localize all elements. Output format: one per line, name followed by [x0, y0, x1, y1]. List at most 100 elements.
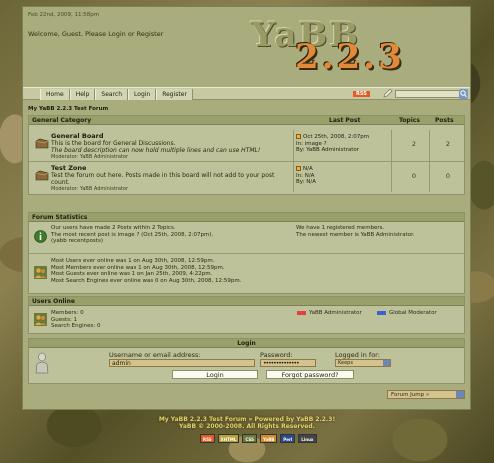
board-row[interactable]: General Board This is the board for Gene…: [29, 130, 464, 162]
board-row[interactable]: Test Zone Test the forum out here. Posts…: [29, 162, 464, 192]
welcome-or: or: [125, 30, 137, 38]
footer-badges: RSS XHTML CSS YaBB Perl Linux: [200, 434, 317, 443]
board-title[interactable]: Test Zone: [51, 164, 291, 172]
nav-help[interactable]: Help: [69, 89, 96, 100]
last-post-author: By: N/A: [296, 179, 316, 185]
board-moderator: Moderator: YaBB Administrator: [51, 154, 128, 160]
login-link[interactable]: Login: [108, 30, 126, 38]
users-icon: [34, 313, 47, 326]
current-date: Feb 22nd, 2009, 11:58pm: [28, 12, 100, 18]
last-post-info: N/A In: N/A By: N/A: [296, 166, 316, 186]
stats-members: We have 1 registered members. The newest…: [296, 225, 415, 238]
rss-badge[interactable]: RSS: [353, 91, 370, 97]
nav-login[interactable]: Login: [128, 89, 157, 100]
forgot-password-button[interactable]: Forgot password?: [266, 370, 354, 379]
logo-text-version: 2.2.3: [295, 37, 405, 77]
search-button[interactable]: [459, 89, 468, 99]
info-icon: [34, 230, 47, 243]
css-badge[interactable]: CSS: [242, 434, 257, 443]
chevron-down-icon: [383, 360, 390, 366]
legend-admin-label: YaBB Administrator: [309, 310, 362, 316]
forum-jump-select[interactable]: Forum Jump »: [387, 390, 465, 399]
board-index: General Category Last Post Topics Posts …: [28, 115, 465, 195]
logged-in-for-label: Logged in for:: [335, 351, 380, 359]
board-info: General Board This is the board for Gene…: [51, 132, 291, 160]
welcome-message: Welcome, Guest. Please Login or Register: [28, 30, 163, 38]
user-avatar-icon: [35, 352, 49, 374]
board-description: This is the board for General Discussion…: [51, 140, 176, 147]
board-folder-icon: [35, 170, 49, 181]
login-title: Login: [29, 339, 464, 348]
board-title[interactable]: General Board: [51, 132, 291, 140]
footer-copyright[interactable]: YaBB © 2000-2008. All Rights Reserved.: [0, 423, 494, 430]
nav-home[interactable]: Home: [40, 89, 70, 100]
divider: [293, 130, 294, 161]
xhtml-badge[interactable]: XHTML: [217, 434, 240, 443]
stats-newest-member[interactable]: The newest member is YaBB Administrator.: [296, 232, 415, 239]
col-last-post: Last Post: [329, 117, 361, 124]
last-post-date: N/A: [303, 166, 313, 172]
legend-admin: YaBB Administrator: [297, 310, 362, 316]
category-header: General Category Last Post Topics Posts: [29, 116, 464, 125]
col-topics: Topics: [399, 117, 420, 124]
col-posts: Posts: [435, 117, 454, 124]
nav-items: Home Help Search Login Register: [40, 89, 193, 100]
forum-page: Feb 22nd, 2009, 11:58pm Welcome, Guest. …: [22, 6, 471, 410]
login-panel: Login Username or email address: admin P…: [28, 338, 465, 384]
footer: My YaBB 2.2.3 Test Forum » Powered by Ya…: [0, 416, 494, 430]
forum-statistics: Forum Statistics Our users have made 2 P…: [28, 212, 465, 294]
users-online-title: Users Online: [29, 297, 464, 306]
admin-color-swatch: [297, 310, 306, 315]
global-color-swatch: [377, 310, 386, 315]
pencil-icon: [383, 89, 393, 98]
welcome-prefix: Welcome, Guest. Please: [28, 30, 109, 38]
last-post-info: Oct 25th, 2008, 2:07pm In: image ? By: Y…: [296, 134, 369, 154]
login-button[interactable]: Login: [172, 370, 258, 379]
rss-badge-footer[interactable]: RSS: [200, 434, 215, 443]
stats-text: Our users have made 2 Posts within 2 Top…: [51, 225, 213, 245]
legend-global: Global Moderator: [377, 310, 437, 316]
last-post-author[interactable]: By: YaBB Administrator: [296, 147, 369, 154]
password-label: Password:: [260, 351, 293, 359]
most-search-engines-online: Most Search Engines ever online was 0 on…: [51, 277, 242, 284]
divider: [391, 130, 392, 161]
most-users-online: Most Users ever online was 1 on Aug 30th…: [51, 258, 215, 264]
board-description: Test the forum out here. Posts made in t…: [51, 172, 275, 186]
username-input[interactable]: admin: [109, 359, 255, 367]
stats-recent-posts-link[interactable]: (yabb recentposts): [51, 238, 213, 245]
users-online-body: Members: 0 Guests: 1 Search Engines: 0 Y…: [29, 306, 464, 333]
divider: [391, 162, 392, 192]
register-link[interactable]: Register: [137, 30, 164, 38]
board-moderator: Moderator: YaBB Administrator: [51, 186, 128, 192]
board-description-extra: The board description can now hold multi…: [51, 147, 261, 154]
yabb-badge[interactable]: YaBB: [259, 434, 278, 443]
session-length-select[interactable]: Keeps: [335, 359, 391, 367]
stats-title: Forum Statistics: [29, 213, 464, 222]
footer-powered-by[interactable]: My YaBB 2.2.3 Test Forum » Powered by Ya…: [0, 416, 494, 423]
stats-row: Most Users ever online was 1 on Aug 30th…: [29, 254, 464, 293]
nav-search[interactable]: Search: [95, 89, 129, 100]
search-engines-online: Search Engines: 0: [51, 323, 101, 329]
perl-badge[interactable]: Perl: [280, 434, 296, 443]
last-post-date: Oct 25th, 2008, 2:07pm: [303, 134, 370, 140]
forum-jump-label: Forum Jump »: [391, 392, 430, 398]
online-records: Most Users ever online was 1 on Aug 30th…: [51, 258, 241, 284]
nav-register[interactable]: Register: [156, 89, 193, 100]
users-icon: [34, 266, 47, 279]
chevron-down-icon: [456, 391, 464, 398]
stats-row: Our users have made 2 Posts within 2 Top…: [29, 222, 464, 254]
board-info: Test Zone Test the forum out here. Posts…: [51, 164, 291, 192]
search-input[interactable]: [395, 90, 461, 98]
username-label: Username or email address:: [109, 351, 201, 359]
password-input[interactable]: ••••••••••••••: [260, 359, 316, 367]
session-length-value: Keeps: [338, 360, 353, 366]
post-icon: [296, 166, 301, 171]
divider: [429, 162, 430, 192]
users-online: Users Online Members: 0 Guests: 1 Search…: [28, 296, 465, 334]
linux-badge[interactable]: Linux: [298, 434, 317, 443]
breadcrumb[interactable]: My YaBB 2.2.3 Test Forum: [28, 106, 108, 112]
magnifier-icon: [460, 90, 467, 98]
category-title[interactable]: General Category: [32, 117, 91, 124]
board-folder-icon: [35, 138, 49, 149]
yabb-logo: YaBB 2.2.3: [251, 15, 451, 77]
